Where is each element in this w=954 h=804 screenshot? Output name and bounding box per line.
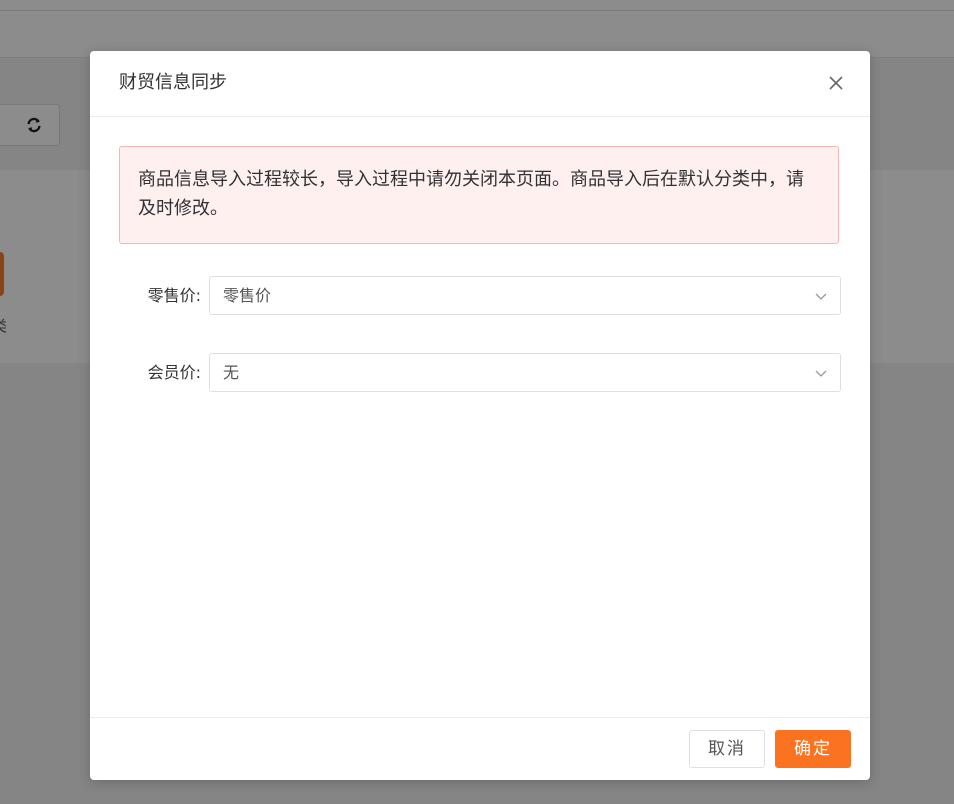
member-price-row: 会员价: 无 bbox=[119, 353, 841, 393]
retail-price-row: 零售价: 零售价 bbox=[119, 276, 841, 316]
dialog-header: 财贸信息同步 bbox=[90, 51, 870, 117]
retail-price-value: 零售价 bbox=[223, 286, 272, 305]
notice-text: 商品信息导入过程较长，导入过程中请勿关闭本页面。商品导入后在默认分类中，请及时修… bbox=[138, 169, 804, 219]
chevron-down-icon bbox=[815, 370, 827, 377]
member-price-value: 无 bbox=[223, 363, 240, 382]
chevron-down-icon bbox=[815, 293, 827, 300]
cancel-button[interactable]: 取消 bbox=[689, 730, 765, 768]
member-price-select[interactable]: 无 bbox=[209, 353, 841, 392]
retail-price-label: 零售价: bbox=[147, 286, 201, 305]
sync-dialog: 财贸信息同步 商品信息导入过程较长，导入过程中请勿关闭本页面。商品导入后在默认分… bbox=[90, 51, 870, 780]
close-icon bbox=[829, 76, 843, 90]
retail-price-select[interactable]: 零售价 bbox=[209, 276, 841, 315]
dialog-title: 财贸信息同步 bbox=[119, 72, 227, 93]
dialog-footer: 取消 确定 bbox=[90, 717, 870, 780]
confirm-button[interactable]: 确定 bbox=[775, 730, 851, 768]
notice-alert: 商品信息导入过程较长，导入过程中请勿关闭本页面。商品导入后在默认分类中，请及时修… bbox=[119, 146, 839, 244]
close-button[interactable] bbox=[826, 73, 846, 93]
member-price-label: 会员价: bbox=[147, 363, 201, 382]
